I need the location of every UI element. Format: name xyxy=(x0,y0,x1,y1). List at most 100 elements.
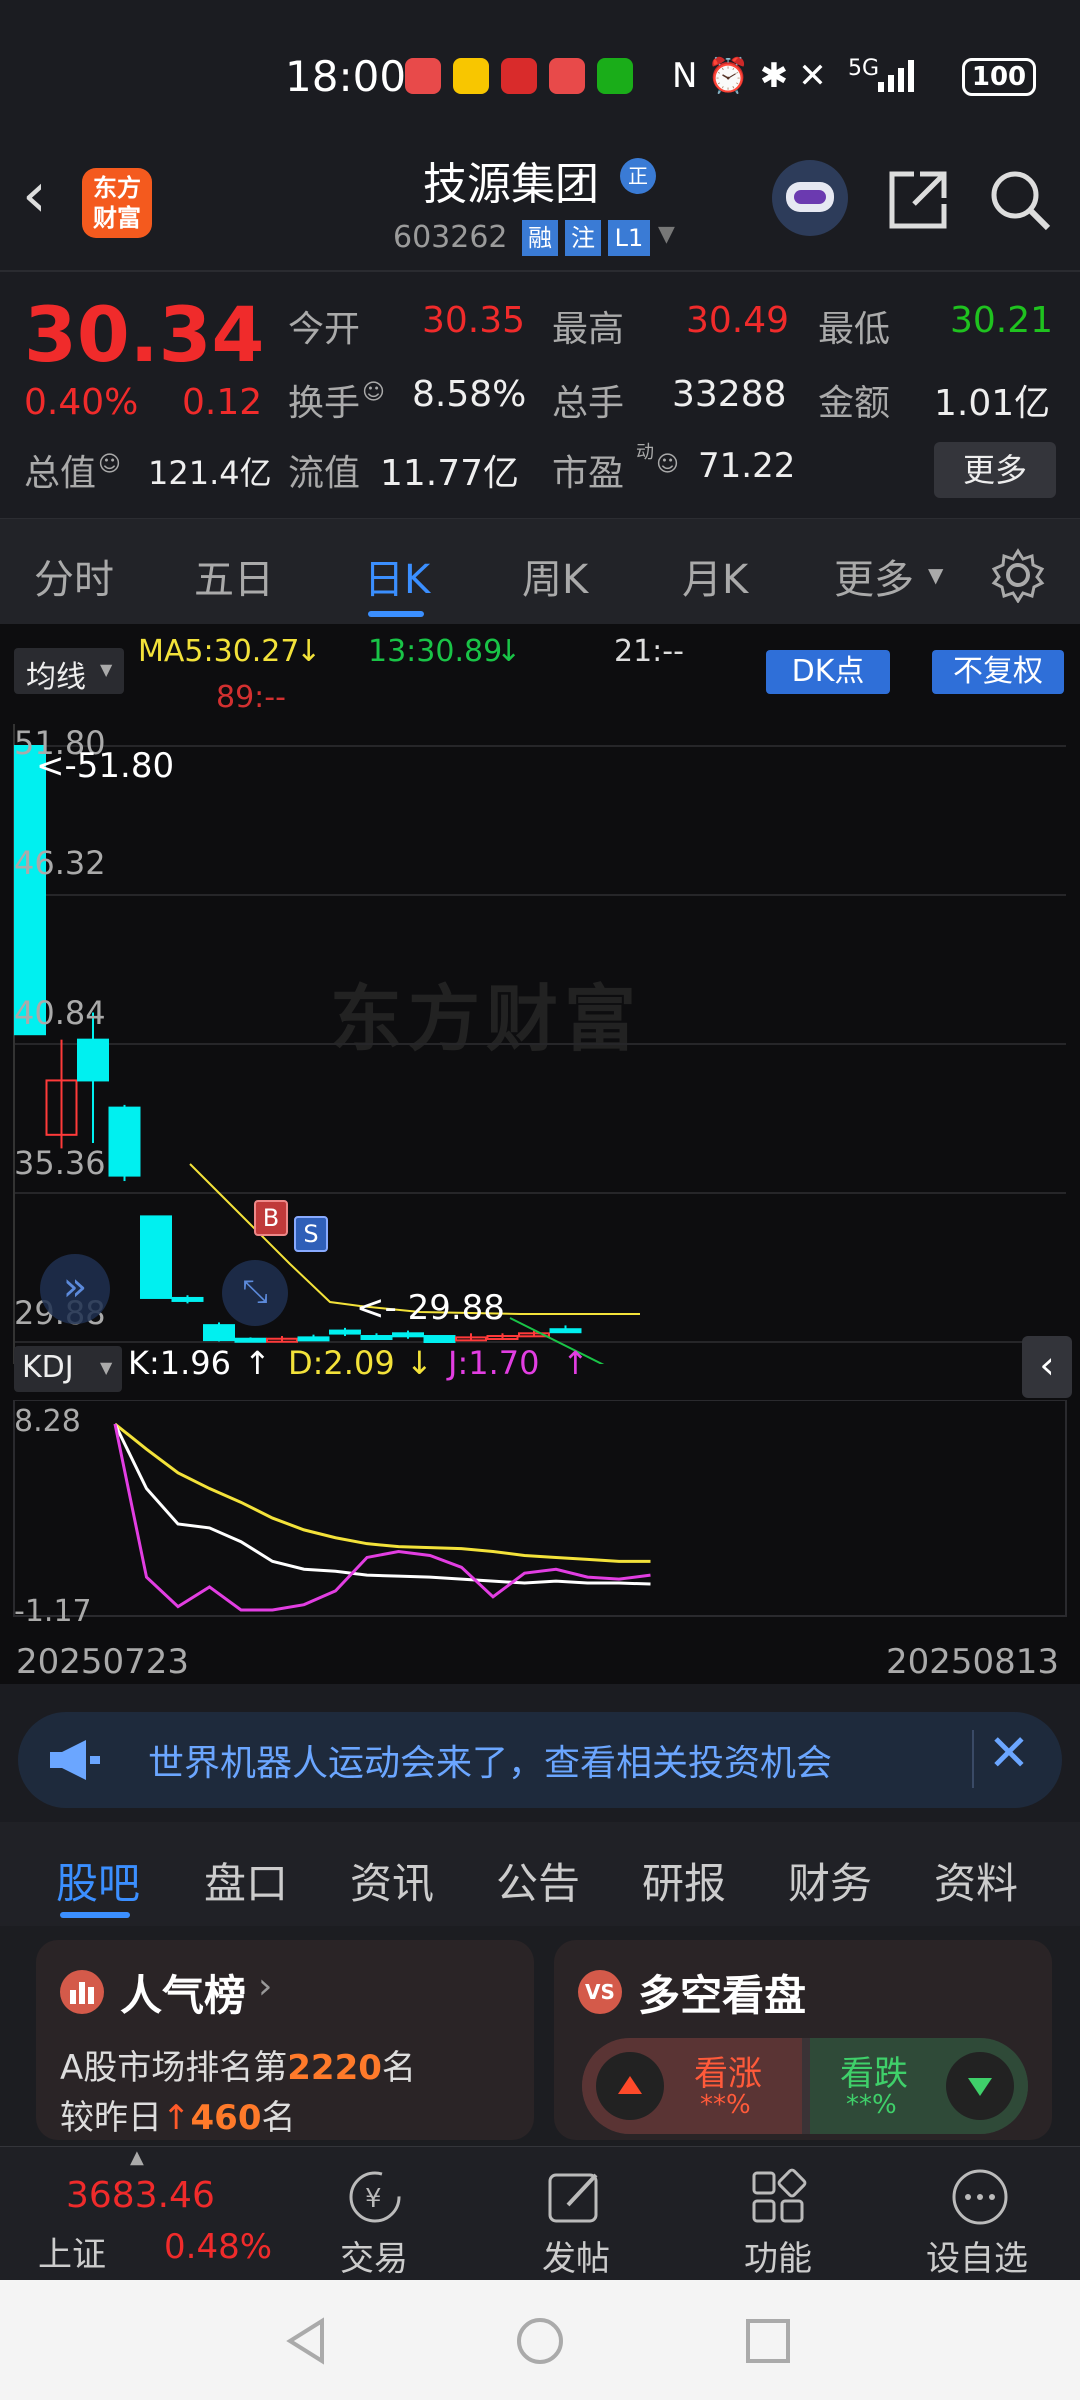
volume: 33288 xyxy=(672,374,787,415)
candle-body xyxy=(392,1332,424,1338)
rank-change-prefix: 较昨日 xyxy=(60,2098,162,2138)
search-icon[interactable] xyxy=(988,168,1052,232)
info-icon[interactable]: ☺ xyxy=(362,380,385,405)
dk-points-button[interactable]: DK点 xyxy=(766,650,890,694)
bear-side[interactable]: 看跌 **% xyxy=(810,2038,1028,2134)
ma-selector-button[interactable]: 均线 ▼ xyxy=(14,648,124,695)
robot-assistant-icon[interactable] xyxy=(772,160,848,236)
rank-change-line: 较昨日↑460名 xyxy=(60,2090,295,2139)
info-icon[interactable]: ☺ xyxy=(656,452,679,477)
candle-body xyxy=(549,1328,582,1334)
banner-text[interactable]: 世界机器人运动会来了，查看相关投资机会 xyxy=(148,1734,832,1786)
ma5-arrow: ↓ xyxy=(296,634,322,669)
functions-grid-icon[interactable] xyxy=(748,2167,808,2227)
info-icon[interactable]: ☺ xyxy=(98,452,121,477)
tab-forum[interactable]: 股吧 xyxy=(56,1850,140,1911)
kdj-d-line xyxy=(114,1422,651,1563)
home-circle-icon[interactable] xyxy=(515,2316,565,2366)
tab-research[interactable]: 研报 xyxy=(642,1850,726,1911)
long-short-card[interactable]: VS 多空看盘 看涨 **% 看跌 **% xyxy=(554,1940,1052,2140)
low-marker-value: 29.88 xyxy=(407,1288,505,1328)
share-icon[interactable] xyxy=(886,168,950,232)
close-icon[interactable]: ✕ xyxy=(988,1724,1030,1782)
megaphone-icon xyxy=(50,1740,100,1780)
turnover-label: 换手 xyxy=(288,383,361,424)
bear-percent: **% xyxy=(846,2090,897,2120)
tab-profile[interactable]: 资料 xyxy=(934,1850,1018,1911)
float-cap: 11.77亿 xyxy=(380,453,520,494)
expand-panel-icon[interactable]: » xyxy=(40,1254,110,1324)
y-axis-tick-3: 40.84 xyxy=(14,994,106,1032)
popularity-card[interactable]: 人气榜 › A股市场排名第2220名 较昨日↑460名 xyxy=(36,1940,534,2140)
divider xyxy=(972,1730,974,1788)
app-notification-icon xyxy=(405,58,441,94)
tab-weekly-k[interactable]: 周K xyxy=(522,547,588,605)
candle-body xyxy=(171,1296,204,1302)
wechat-icon xyxy=(597,58,633,94)
chevron-down-icon[interactable]: ▼ xyxy=(658,222,675,247)
nav-trade[interactable]: 交易 xyxy=(340,2231,408,2280)
ma13-value: 13:30.89 xyxy=(368,634,503,669)
stock-header: ‹ 东方 财富 技源集团 正 603262 融 注 L1 ▼ xyxy=(0,140,1080,270)
tab-daily-k[interactable]: 日K xyxy=(364,547,430,605)
vote-bar: 看涨 **% 看跌 **% xyxy=(582,2038,1028,2134)
nav-post[interactable]: 发帖 xyxy=(542,2231,610,2280)
adjustment-button[interactable]: 不复权 xyxy=(932,650,1064,694)
kdj-k-value: K:1.96 xyxy=(128,1344,232,1382)
market-cap: 121.4亿 xyxy=(148,454,272,492)
kdj-axis-top: 8.28 xyxy=(14,1404,81,1439)
promo-banner[interactable]: 世界机器人运动会来了，查看相关投资机会 ✕ xyxy=(18,1712,1062,1808)
more-button[interactable]: 更多 xyxy=(934,442,1056,498)
tab-more[interactable]: 更多 xyxy=(834,547,914,605)
candlestick-chart[interactable] xyxy=(0,724,1080,1364)
candle-body xyxy=(14,745,46,1036)
app-logo[interactable]: 东方 财富 xyxy=(82,168,152,238)
system-status-icons: N⏰✱✕ xyxy=(672,56,837,96)
sell-signal-marker[interactable]: S xyxy=(294,1216,328,1252)
index-change[interactable]: 0.48% xyxy=(164,2227,272,2267)
index-value[interactable]: 3683.46 xyxy=(66,2175,215,2216)
nav-functions[interactable]: 功能 xyxy=(744,2231,812,2280)
settings-gear-icon[interactable] xyxy=(990,547,1046,603)
fullscreen-toggle-icon[interactable]: ⤡ xyxy=(222,1260,288,1326)
logo-text-line2: 财富 xyxy=(93,204,141,232)
tab-intraday[interactable]: 分时 xyxy=(34,547,114,605)
index-name[interactable]: 上证 xyxy=(38,2227,106,2276)
tab-financials[interactable]: 财务 xyxy=(788,1850,872,1911)
trade-icon[interactable]: ¥ xyxy=(343,2167,407,2227)
buy-signal-marker[interactable]: B xyxy=(254,1200,288,1236)
tab-five-day[interactable]: 五日 xyxy=(194,547,274,605)
rank-change-value: 460 xyxy=(190,2098,262,2138)
nav-add-watchlist[interactable]: 设自选 xyxy=(926,2231,1028,2280)
recents-square-icon[interactable] xyxy=(745,2318,791,2364)
kdj-k-arrow: ↑ xyxy=(244,1344,271,1382)
candle-body xyxy=(360,1335,393,1341)
pe-ratio: 71.22 xyxy=(698,446,796,486)
indicator-selector-button[interactable]: KDJ ▼ xyxy=(14,1346,122,1392)
candle-body xyxy=(234,1337,267,1343)
change-amount: 0.12 xyxy=(182,382,263,423)
more-dots-icon[interactable] xyxy=(950,2167,1010,2227)
kdj-j-value: J:1.70 xyxy=(448,1344,540,1382)
card-title: 多空看盘 xyxy=(638,1971,807,2020)
collapse-panel-icon[interactable]: ‹ xyxy=(1022,1336,1072,1398)
bear-label: 看跌 xyxy=(840,2054,908,2094)
ma5-value: MA5:30.27 xyxy=(138,634,300,669)
tab-orderbook[interactable]: 盘口 xyxy=(204,1850,288,1911)
rank-value: 2220 xyxy=(287,2048,382,2088)
caret-down-icon: ▼ xyxy=(100,660,113,679)
bull-label: 看涨 xyxy=(694,2054,762,2094)
tab-monthly-k[interactable]: 月K xyxy=(682,547,748,605)
candle-body xyxy=(329,1329,361,1335)
float-cap-label: 流值 xyxy=(288,453,361,494)
tab-news[interactable]: 资讯 xyxy=(350,1850,434,1911)
app-notification-icon xyxy=(549,58,585,94)
kdj-chart[interactable] xyxy=(0,1400,1080,1640)
back-triangle-icon[interactable] xyxy=(282,2316,332,2366)
caret-down-icon: ▼ xyxy=(100,1358,113,1377)
ma89-value: 89:-- xyxy=(216,680,286,715)
back-icon[interactable]: ‹ xyxy=(22,158,47,231)
tab-announcements[interactable]: 公告 xyxy=(496,1850,580,1911)
post-edit-icon[interactable] xyxy=(546,2167,606,2227)
bull-side[interactable]: 看涨 **% xyxy=(582,2038,802,2134)
